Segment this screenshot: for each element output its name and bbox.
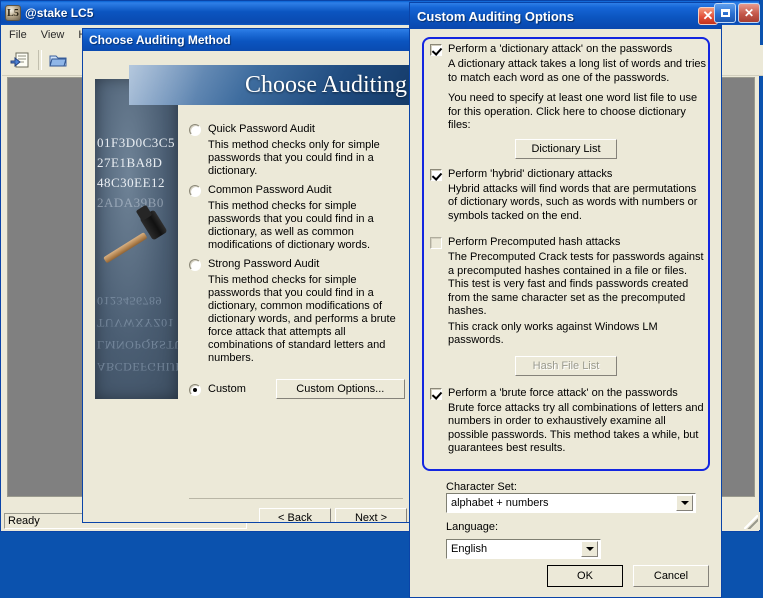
- option-custom[interactable]: Custom Custom Options...: [189, 379, 405, 399]
- hammer-icon: [103, 232, 148, 264]
- checkbox-hybrid-attack[interactable]: [430, 168, 442, 181]
- option-label: Custom: [208, 383, 246, 395]
- radio-quick-password-audit[interactable]: [189, 124, 201, 136]
- dialog-buttons: OK Cancel: [547, 565, 709, 587]
- artwork-reverse-line: 0123456789: [97, 294, 162, 308]
- open-session-icon[interactable]: [45, 48, 71, 72]
- option-label: Common Password Audit: [208, 184, 332, 196]
- option-quick-password-audit[interactable]: Quick Password Audit This method checks …: [189, 123, 405, 178]
- wizard-artwork: 01F3D0C3C5 27E1BA8D 48C30EE12 2ADA39B0 0…: [95, 79, 178, 399]
- option-label: Quick Password Audit: [208, 123, 315, 135]
- screen: L5 @stake LC5 File View Help: [0, 0, 763, 598]
- wizard-separator: [189, 498, 403, 499]
- option-strong-password-audit[interactable]: Strong Password Audit This method checks…: [189, 258, 405, 365]
- option-description: This method checks for simple passwords …: [208, 274, 396, 364]
- option-description: Hybrid attacks will find words that are …: [448, 182, 698, 222]
- character-set-label: Character Set:: [446, 481, 517, 493]
- maximize-icon[interactable]: [714, 3, 736, 23]
- option-description: This crack only works against Windows LM…: [448, 320, 658, 347]
- close-icon[interactable]: ✕: [738, 3, 760, 23]
- cancel-button[interactable]: Cancel: [633, 565, 709, 587]
- language-label: Language:: [446, 521, 498, 533]
- character-set-select[interactable]: alphabet + numbers: [446, 493, 696, 513]
- option-description: This method checks for simple passwords …: [208, 200, 374, 251]
- checkbox-brute-force-attack[interactable]: [430, 387, 442, 400]
- attack-options-group: Perform a 'dictionary attack' on the pas…: [422, 37, 710, 471]
- artwork-reverse-line: TUVWXYZ01: [97, 316, 175, 330]
- resize-grip[interactable]: [744, 515, 758, 529]
- dictionary-list-button[interactable]: Dictionary List: [515, 138, 617, 159]
- radio-common-password-audit[interactable]: [189, 185, 201, 197]
- option-label: Perform a 'brute force attack' on the pa…: [448, 386, 678, 399]
- option-label: Perform 'hybrid' dictionary attacks: [448, 167, 613, 180]
- option-description: A dictionary attack takes a long list of…: [448, 58, 707, 84]
- wizard-body: 01F3D0C3C5 27E1BA8D 48C30EE12 2ADA39B0 0…: [83, 51, 411, 522]
- menu-view[interactable]: View: [34, 27, 72, 43]
- lc5-window-title: @stake LC5: [25, 6, 94, 20]
- option-description: You need to specify at least one word li…: [448, 92, 698, 131]
- back-button[interactable]: < Back: [259, 508, 331, 522]
- menu-file[interactable]: File: [2, 27, 34, 43]
- audit-method-radio-group: Quick Password Audit This method checks …: [189, 123, 405, 405]
- dialog-title-bar[interactable]: Custom Auditing Options ✕: [410, 3, 721, 29]
- option-common-password-audit[interactable]: Common Password Audit This method checks…: [189, 184, 405, 252]
- dialog-title: Custom Auditing Options: [417, 8, 574, 24]
- artwork-hex-line: 2ADA39B0: [97, 195, 164, 210]
- language-select[interactable]: English: [446, 539, 601, 559]
- language-value: English: [451, 543, 488, 555]
- hash-file-list-button: Hash File List: [515, 355, 617, 376]
- wizard-title-bar[interactable]: Choose Auditing Method: [83, 29, 411, 51]
- option-label: Perform a 'dictionary attack' on the pas…: [448, 43, 673, 55]
- next-button[interactable]: Next >: [335, 508, 407, 522]
- option-hybrid-attack[interactable]: Perform 'hybrid' dictionary attacks Hybr…: [424, 168, 708, 224]
- artwork-hex-line: 48C30EE12: [97, 175, 166, 190]
- option-brute-force-attack[interactable]: Perform a 'brute force attack' on the pa…: [424, 387, 708, 456]
- option-label: Strong Password Audit: [208, 258, 320, 270]
- custom-options-button[interactable]: Custom Options...: [275, 379, 405, 399]
- option-label: Perform Precomputed hash attacks: [448, 236, 621, 248]
- wizard-window-title: Choose Auditing Method: [89, 33, 231, 47]
- radio-strong-password-audit[interactable]: [189, 259, 201, 271]
- lc5-logo-icon: L5: [5, 5, 21, 21]
- toolbar-separator: [38, 50, 42, 70]
- new-session-icon[interactable]: [7, 48, 33, 72]
- option-description: This method checks only for simple passw…: [208, 139, 380, 177]
- option-precomputed-hash-attack[interactable]: Perform Precomputed hash attacks The Pre…: [424, 236, 708, 376]
- outer-window-controls: ✕: [712, 3, 760, 23]
- chevron-down-icon[interactable]: [676, 495, 693, 511]
- character-set-value: alphabet + numbers: [451, 497, 549, 509]
- wizard-nav: < Back Next >: [259, 508, 407, 522]
- checkbox-precomputed-hash-attack[interactable]: [430, 237, 442, 249]
- checkbox-dictionary-attack[interactable]: [430, 44, 442, 56]
- artwork-hex-line: 27E1BA8D: [97, 155, 163, 170]
- custom-auditing-options-dialog: Custom Auditing Options ✕ Perform a 'dic…: [409, 2, 722, 598]
- chevron-down-icon[interactable]: [581, 541, 598, 557]
- choose-auditing-method-window: Choose Auditing Method 01F3D0C3C5 27E1BA…: [82, 28, 412, 523]
- option-description: Brute force attacks try all combinations…: [448, 401, 704, 455]
- artwork-reverse-line: ABCDEFGHIJK: [97, 360, 178, 374]
- wizard-banner: Choose Auditing: [129, 65, 411, 105]
- wizard-banner-text: Choose Auditing: [244, 71, 407, 98]
- artwork-reverse-line: LMNOPQRSTU: [97, 338, 178, 352]
- option-dictionary-attack[interactable]: Perform a 'dictionary attack' on the pas…: [424, 43, 708, 159]
- option-description: The Precomputed Crack tests for password…: [448, 251, 704, 317]
- radio-custom[interactable]: [189, 383, 201, 396]
- artwork-hex-line: 01F3D0C3C5: [97, 135, 175, 150]
- ok-button[interactable]: OK: [547, 565, 623, 587]
